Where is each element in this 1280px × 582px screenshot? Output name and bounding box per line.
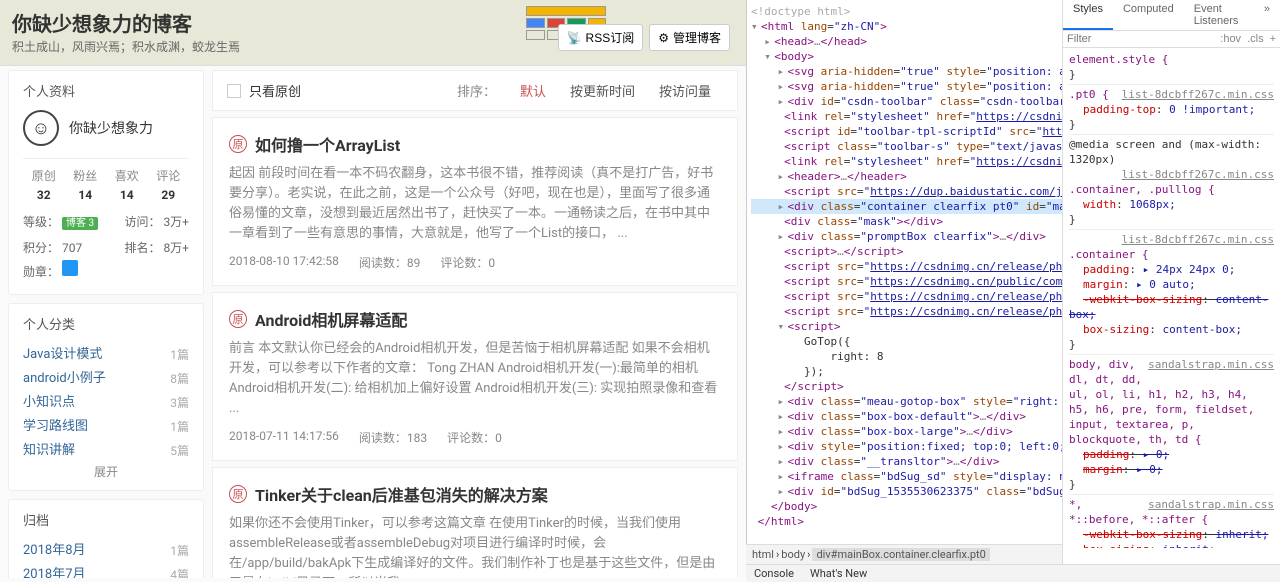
username[interactable]: 你缺少想象力: [69, 118, 153, 138]
category-item[interactable]: 学习路线图1篇: [23, 415, 189, 439]
rss-icon: 📡: [567, 31, 582, 45]
sort-default[interactable]: 默认: [520, 81, 546, 100]
profile-card: 个人资料 ☺ 你缺少想象力 原创32粉丝14喜欢14评论29 等级： 博客 3访…: [8, 70, 204, 295]
rss-button[interactable]: 📡RSS订阅: [558, 24, 644, 51]
article-excerpt: 起因 前段时间在看一本不码农翻身，这本书很不错，推荐阅读（真不是打广告，好书要分…: [229, 164, 721, 244]
dom-breadcrumb[interactable]: html › body › div#mainBox.container.clea…: [746, 544, 1062, 564]
category-item[interactable]: android小例子8篇: [23, 367, 189, 391]
tab-event-listeners[interactable]: Event Listeners: [1184, 0, 1254, 30]
add-rule-icon[interactable]: +: [1270, 33, 1276, 45]
archive-item[interactable]: 2018年7月4篇: [23, 563, 189, 578]
gear-icon: ⚙: [658, 31, 669, 45]
category-item[interactable]: 知识讲解5篇: [23, 439, 189, 463]
article-excerpt: 如果你还不会使用Tinker，可以参考这篇文章 在使用Tinker的时候，当我们…: [229, 514, 721, 578]
sort-time[interactable]: 按更新时间: [570, 81, 635, 100]
avatar[interactable]: ☺: [23, 110, 59, 146]
stat[interactable]: 评论29: [148, 167, 190, 202]
article-title[interactable]: 如何撸一个ArrayList: [255, 132, 400, 156]
filter-bar: 只看原创 排序： 默认 按更新时间 按访问量: [212, 70, 738, 111]
main-content: 只看原创 排序： 默认 按更新时间 按访问量 原如何撸一个ArrayList 起…: [208, 70, 742, 578]
article-card: 原 Android相机屏幕适配 前言 本文默认你已经会的Android相机开发，但…: [212, 292, 738, 461]
stat[interactable]: 原创32: [23, 167, 65, 202]
category-item[interactable]: 小知识点3篇: [23, 391, 189, 415]
profile-title: 个人资料: [23, 81, 189, 100]
article-card: 原如何撸一个ArrayList 起因 前段时间在看一本不码农翻身，这本书很不错，…: [212, 117, 738, 286]
archive-item[interactable]: 2018年8月1篇: [23, 539, 189, 563]
stat[interactable]: 粉丝14: [65, 167, 107, 202]
sidebar: 个人资料 ☺ 你缺少想象力 原创32粉丝14喜欢14评论29 等级： 博客 3访…: [4, 70, 208, 578]
article-title[interactable]: Tinker关于clean后准基包消失的解决方案: [255, 482, 548, 506]
elements-dom-tree[interactable]: <!doctype html> ▾<html lang="zh-CN"> ▸<h…: [747, 0, 1063, 582]
original-badge: 原: [229, 135, 247, 153]
cls-toggle[interactable]: .cls: [1247, 33, 1264, 45]
level-badge: 博客 3: [62, 217, 98, 230]
stat[interactable]: 喜欢14: [106, 167, 148, 202]
console-drawer[interactable]: Console What's New: [746, 564, 1280, 582]
article-meta: 2018-08-10 17:42:58阅读数：89评论数：0: [229, 254, 721, 271]
article-title[interactable]: Android相机屏幕适配: [255, 307, 407, 331]
categories-card: 个人分类 Java设计模式1篇android小例子8篇小知识点3篇学习路线图1篇…: [8, 303, 204, 491]
sort-visits[interactable]: 按访问量: [659, 81, 711, 100]
blog-header: 你缺少想象力的博客 积土成山，风雨兴焉；积水成渊，蛟龙生焉 📡RSS订阅 ⚙管理…: [0, 0, 746, 66]
expand-categories[interactable]: 展开: [23, 463, 189, 480]
styles-filter-input[interactable]: [1067, 33, 1214, 45]
medal-badge: [62, 260, 78, 276]
tab-styles[interactable]: Styles: [1063, 0, 1113, 30]
devtools-panel: <!doctype html> ▾<html lang="zh-CN"> ▸<h…: [746, 0, 1280, 582]
tab-more[interactable]: »: [1254, 0, 1280, 30]
article-card: 原 Tinker关于clean后准基包消失的解决方案 如果你还不会使用Tinker…: [212, 467, 738, 578]
article-excerpt: 前言 本文默认你已经会的Android相机开发，但是苦恼于相机屏幕适配 如果不会…: [229, 339, 721, 419]
category-item[interactable]: Java设计模式1篇: [23, 343, 189, 367]
styles-pane: Styles Computed Event Listeners » :hov .…: [1063, 0, 1280, 582]
original-badge: 原: [229, 310, 247, 328]
tab-computed[interactable]: Computed: [1113, 0, 1184, 30]
css-rules[interactable]: element.style {} list-8dcbff267c.min.css…: [1063, 48, 1280, 548]
article-meta: 2018-07-11 14:17:56阅读数：183评论数：0: [229, 429, 721, 446]
only-original-checkbox[interactable]: [227, 84, 241, 98]
blog-panel: 你缺少想象力的博客 积土成山，风雨兴焉；积水成渊，蛟龙生焉 📡RSS订阅 ⚙管理…: [0, 0, 746, 582]
archive-card: 归档 2018年8月1篇2018年7月4篇2018年5月1篇2018年4月2篇: [8, 499, 204, 578]
original-badge: 原: [229, 485, 247, 503]
hov-toggle[interactable]: :hov: [1220, 33, 1241, 45]
manage-blog-button[interactable]: ⚙管理博客: [649, 24, 730, 51]
